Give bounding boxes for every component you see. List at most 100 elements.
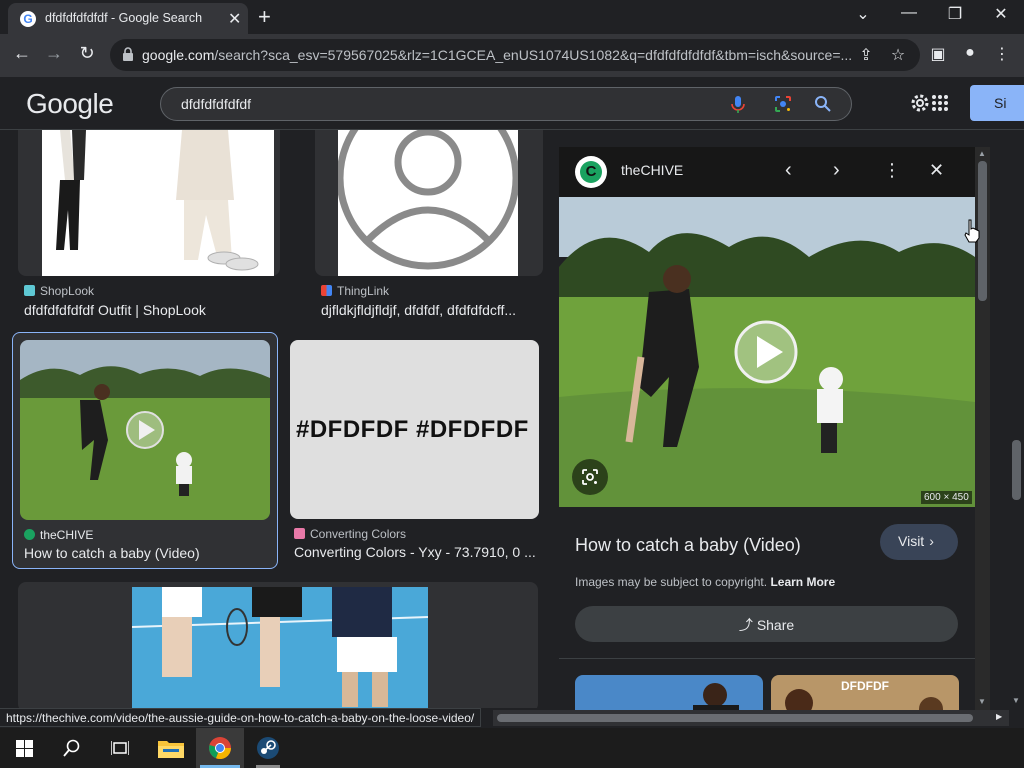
- lens-camera-icon[interactable]: [773, 94, 793, 114]
- search-box[interactable]: dfdfdfdfdfdf: [160, 87, 852, 121]
- url-host: google.com: [142, 47, 215, 63]
- result-card-thechive-selected[interactable]: theCHIVE How to catch a baby (Video): [12, 332, 278, 569]
- result-thumbnail[interactable]: [20, 340, 270, 520]
- result-card-shoplook[interactable]: ShopLook dfdfdfdfdfdf Outfit | ShopLook: [18, 130, 280, 320]
- learn-more-link[interactable]: Learn More: [770, 575, 835, 589]
- result-card-tennis[interactable]: [18, 582, 538, 708]
- lens-search-button[interactable]: [572, 459, 608, 495]
- result-source: ShopLook: [24, 284, 94, 298]
- scroll-right-arrow-icon[interactable]: ▶: [996, 712, 1002, 721]
- start-button[interactable]: [0, 728, 48, 768]
- panel-preview-image[interactable]: 600 × 450: [559, 197, 975, 507]
- image-preview-panel: C theCHIVE ‹ › ⋮ ✕ 600 × 450 How to catc…: [559, 147, 975, 710]
- thinglink-favicon-icon: [321, 285, 332, 296]
- back-button[interactable]: ←: [10, 43, 34, 64]
- google-logo[interactable]: Google: [26, 88, 114, 120]
- related-image-2[interactable]: DFDFDF: [771, 675, 959, 710]
- shoplook-favicon-icon: [24, 285, 35, 296]
- related-image-text: DFDFDF: [841, 679, 889, 693]
- bookmark-star-icon[interactable]: ☆: [888, 45, 908, 65]
- panel-source-name[interactable]: theCHIVE: [621, 162, 683, 178]
- horizontal-scrollbar[interactable]: ▶: [493, 710, 1009, 726]
- image-results-grid: ShopLook dfdfdfdfdfdf Outfit | ShopLook …: [0, 130, 548, 708]
- result-title[interactable]: How to catch a baby (Video): [24, 545, 272, 561]
- reload-button[interactable]: ↻: [75, 43, 99, 64]
- result-thumbnail[interactable]: [18, 130, 280, 276]
- search-query[interactable]: dfdfdfdfdfdf: [181, 96, 251, 112]
- result-title[interactable]: Converting Colors - Yxy - 73.7910, 0 ...: [294, 544, 538, 560]
- task-view-icon: [111, 741, 129, 755]
- page-vertical-scrollbar[interactable]: ▼: [1009, 130, 1024, 708]
- next-image-icon[interactable]: ›: [833, 159, 840, 182]
- tab-search-chevron-icon[interactable]: ⌄: [840, 4, 886, 24]
- result-title[interactable]: dfdfdfdfdfdf Outfit | ShopLook: [24, 302, 274, 318]
- url-path: /search?sca_esv=579567025&rlz=1C1GCEA_en…: [214, 47, 853, 63]
- scroll-down-arrow-icon[interactable]: ▼: [978, 697, 986, 706]
- horizontal-scrollbar-thumb[interactable]: [497, 714, 973, 722]
- related-image-1[interactable]: [575, 675, 763, 710]
- side-panel-icon[interactable]: ▣: [928, 44, 948, 64]
- taskbar-search-button[interactable]: [48, 728, 96, 768]
- result-title[interactable]: djfldkjfldjfldjf, dfdfdf, dfdfdfdcff...: [321, 302, 539, 318]
- visit-button[interactable]: Visit ›: [880, 524, 958, 560]
- menu-kebab-icon[interactable]: ⋮: [992, 44, 1012, 64]
- link-status-bar: https://thechive.com/video/the-aussie-gu…: [0, 708, 482, 727]
- microphone-icon[interactable]: [728, 94, 748, 114]
- share-label: Share: [756, 617, 795, 633]
- tennis-players-image: [132, 587, 428, 708]
- minimize-button[interactable]: —: [886, 4, 932, 22]
- scrollbar-thumb[interactable]: [1012, 440, 1021, 500]
- result-thumbnail[interactable]: [315, 130, 543, 276]
- image-dimensions: 600 × 450: [921, 491, 972, 504]
- chrome-taskbar-button[interactable]: [196, 728, 244, 768]
- tab-google-search[interactable]: G dfdfdfdfdfdf - Google Search ✕: [8, 3, 248, 34]
- scroll-down-arrow-icon[interactable]: ▼: [1012, 696, 1020, 705]
- share-button[interactable]: ⤴ Share: [575, 606, 958, 642]
- restore-button[interactable]: ❐: [932, 4, 978, 24]
- task-view-button[interactable]: [96, 728, 144, 768]
- forward-button[interactable]: →: [42, 43, 66, 64]
- result-card-converting-colors[interactable]: #DFDFDF #DFDFDF Converting Colors Conver…: [290, 340, 540, 570]
- close-tab-icon[interactable]: ✕: [228, 9, 241, 29]
- visit-label: Visit: [898, 533, 925, 549]
- share-page-icon[interactable]: ⇪: [856, 45, 876, 65]
- panel-divider: [559, 658, 975, 659]
- result-source: theCHIVE: [24, 528, 93, 542]
- windows-logo-icon: [16, 740, 33, 757]
- settings-gear-icon[interactable]: [909, 92, 931, 114]
- more-options-icon[interactable]: ⋮: [883, 160, 901, 181]
- new-tab-button[interactable]: +: [258, 4, 271, 30]
- baby-video-thumbnail: [20, 340, 270, 520]
- tab-strip: G dfdfdfdfdfdf - Google Search ✕ + ⌄ — ❐…: [0, 0, 1024, 34]
- lens-icon: [582, 469, 598, 485]
- steam-taskbar-button[interactable]: [244, 728, 292, 768]
- windows-taskbar: [0, 728, 1024, 768]
- apps-grid-icon[interactable]: [931, 94, 949, 112]
- result-card-thinglink[interactable]: ThingLink djfldkjfldjfldjf, dfdfdf, dfdf…: [315, 130, 543, 320]
- result-thumbnail[interactable]: #DFDFDF #DFDFDF: [290, 340, 539, 519]
- share-icon: ⤴: [738, 617, 753, 633]
- search-icon[interactable]: [813, 94, 833, 114]
- profile-icon[interactable]: ●: [960, 44, 980, 62]
- copyright-note: Images may be subject to copyright. Lear…: [575, 575, 835, 589]
- baby-catch-video-frame: [559, 197, 975, 507]
- result-thumbnail[interactable]: [18, 582, 538, 708]
- avatar-placeholder-image: [336, 130, 520, 276]
- result-source: ThingLink: [321, 284, 389, 298]
- dfdfdf-swatch-text: #DFDFDF #DFDFDF: [296, 416, 529, 443]
- scroll-up-arrow-icon[interactable]: ▲: [978, 149, 986, 158]
- address-bar[interactable]: google.com/search?sca_esv=579567025&rlz=…: [110, 39, 920, 71]
- copyright-text: Images may be subject to copyright.: [575, 575, 768, 589]
- close-window-button[interactable]: ✕: [978, 4, 1024, 24]
- file-explorer-button[interactable]: [146, 728, 194, 768]
- previous-image-icon[interactable]: ‹: [785, 159, 792, 182]
- result-source-name: ThingLink: [337, 284, 390, 298]
- search-icon: [63, 739, 80, 757]
- chrome-icon: [209, 737, 232, 760]
- chevron-right-icon: ›: [929, 533, 934, 549]
- close-panel-icon[interactable]: ✕: [929, 160, 944, 181]
- url-text: google.com/search?sca_esv=579567025&rlz=…: [142, 47, 854, 63]
- thechive-logo[interactable]: C: [575, 156, 607, 188]
- panel-title[interactable]: How to catch a baby (Video): [575, 535, 801, 556]
- sign-in-button[interactable]: Si: [970, 85, 1024, 121]
